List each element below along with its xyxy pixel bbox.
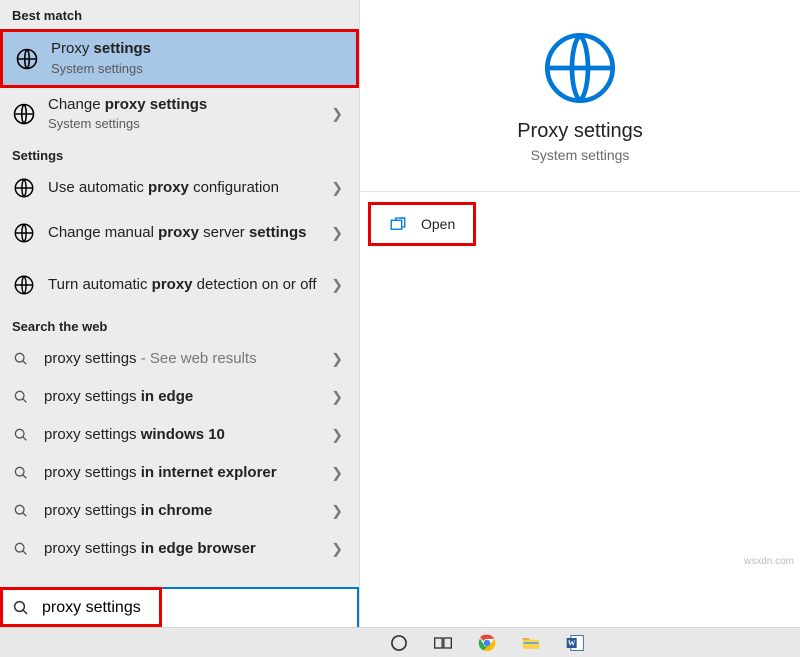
- settings-result-subtitle: System settings: [48, 116, 327, 132]
- globe-icon: [12, 176, 36, 200]
- chevron-right-icon: ❯: [331, 541, 343, 558]
- globe-icon: [12, 102, 36, 126]
- web-result[interactable]: proxy settings in edge ❯: [0, 378, 359, 416]
- search-icon: [12, 388, 30, 406]
- web-result-title: proxy settings in chrome: [44, 502, 327, 521]
- detail-pane: Proxy settings System settings Open wsxd…: [360, 0, 800, 627]
- globe-icon: [540, 28, 620, 108]
- best-match-result[interactable]: Proxy settings System settings: [0, 29, 359, 88]
- chevron-right-icon: ❯: [331, 225, 343, 242]
- chevron-right-icon: ❯: [331, 351, 343, 368]
- search-icon: [12, 599, 30, 617]
- settings-result[interactable]: Turn automatic proxy detection on or off…: [0, 259, 359, 311]
- divider: [360, 191, 800, 192]
- watermark: wsxdn.com: [744, 556, 794, 567]
- search-icon: [12, 426, 30, 444]
- search-input[interactable]: [40, 598, 347, 618]
- chevron-right-icon: ❯: [331, 465, 343, 482]
- settings-result-title: Use automatic proxy configuration: [48, 179, 327, 198]
- web-result[interactable]: proxy settings windows 10 ❯: [0, 416, 359, 454]
- best-match-subtitle: System settings: [51, 61, 324, 77]
- search-icon: [12, 540, 30, 558]
- globe-icon: [12, 273, 36, 297]
- web-result-title: proxy settings in edge: [44, 388, 327, 407]
- search-input-container[interactable]: [0, 587, 359, 627]
- open-label: Open: [421, 216, 455, 232]
- search-icon: [12, 350, 30, 368]
- settings-result-title: Turn automatic proxy detection on or off: [48, 276, 327, 295]
- web-result[interactable]: proxy settings in internet explorer ❯: [0, 454, 359, 492]
- search-icon: [12, 464, 30, 482]
- settings-result-title: Change proxy settings: [48, 96, 327, 115]
- section-header-settings: Settings: [0, 140, 359, 169]
- best-match-title: Proxy settings: [51, 40, 324, 59]
- web-result[interactable]: proxy settings in edge browser ❯: [0, 530, 359, 568]
- web-result[interactable]: proxy settings - See web results ❯: [0, 340, 359, 378]
- taskbar: W: [0, 627, 800, 657]
- section-header-best-match: Best match: [0, 0, 359, 29]
- chevron-right-icon: ❯: [331, 427, 343, 444]
- open-action[interactable]: Open: [368, 202, 476, 246]
- section-header-search-web: Search the web: [0, 311, 359, 340]
- settings-result-title: Change manual proxy server settings: [48, 224, 327, 243]
- file-explorer-icon[interactable]: [520, 632, 542, 654]
- web-result-title: proxy settings in internet explorer: [44, 464, 327, 483]
- cortana-icon[interactable]: [388, 632, 410, 654]
- task-view-icon[interactable]: [432, 632, 454, 654]
- word-icon[interactable]: W: [564, 632, 586, 654]
- chevron-right-icon: ❯: [331, 389, 343, 406]
- settings-result[interactable]: Change manual proxy server settings ❯: [0, 207, 359, 259]
- search-icon: [12, 502, 30, 520]
- open-icon: [389, 215, 407, 233]
- web-result-title: proxy settings - See web results: [44, 350, 327, 369]
- settings-result[interactable]: Change proxy settings System settings ❯: [0, 88, 359, 140]
- chrome-icon[interactable]: [476, 632, 498, 654]
- detail-subtitle: System settings: [360, 147, 800, 163]
- web-result-title: proxy settings windows 10: [44, 426, 327, 445]
- svg-text:W: W: [568, 638, 576, 647]
- web-result[interactable]: proxy settings in chrome ❯: [0, 492, 359, 530]
- search-results-pane: Best match Proxy settings System setting…: [0, 0, 360, 627]
- settings-result[interactable]: Use automatic proxy configuration ❯: [0, 169, 359, 207]
- chevron-right-icon: ❯: [331, 503, 343, 520]
- globe-icon: [12, 221, 36, 245]
- chevron-right-icon: ❯: [331, 277, 343, 294]
- globe-icon: [15, 47, 39, 71]
- chevron-right-icon: ❯: [331, 180, 343, 197]
- detail-title: Proxy settings: [360, 120, 800, 143]
- chevron-right-icon: ❯: [331, 106, 343, 123]
- web-result-title: proxy settings in edge browser: [44, 540, 327, 559]
